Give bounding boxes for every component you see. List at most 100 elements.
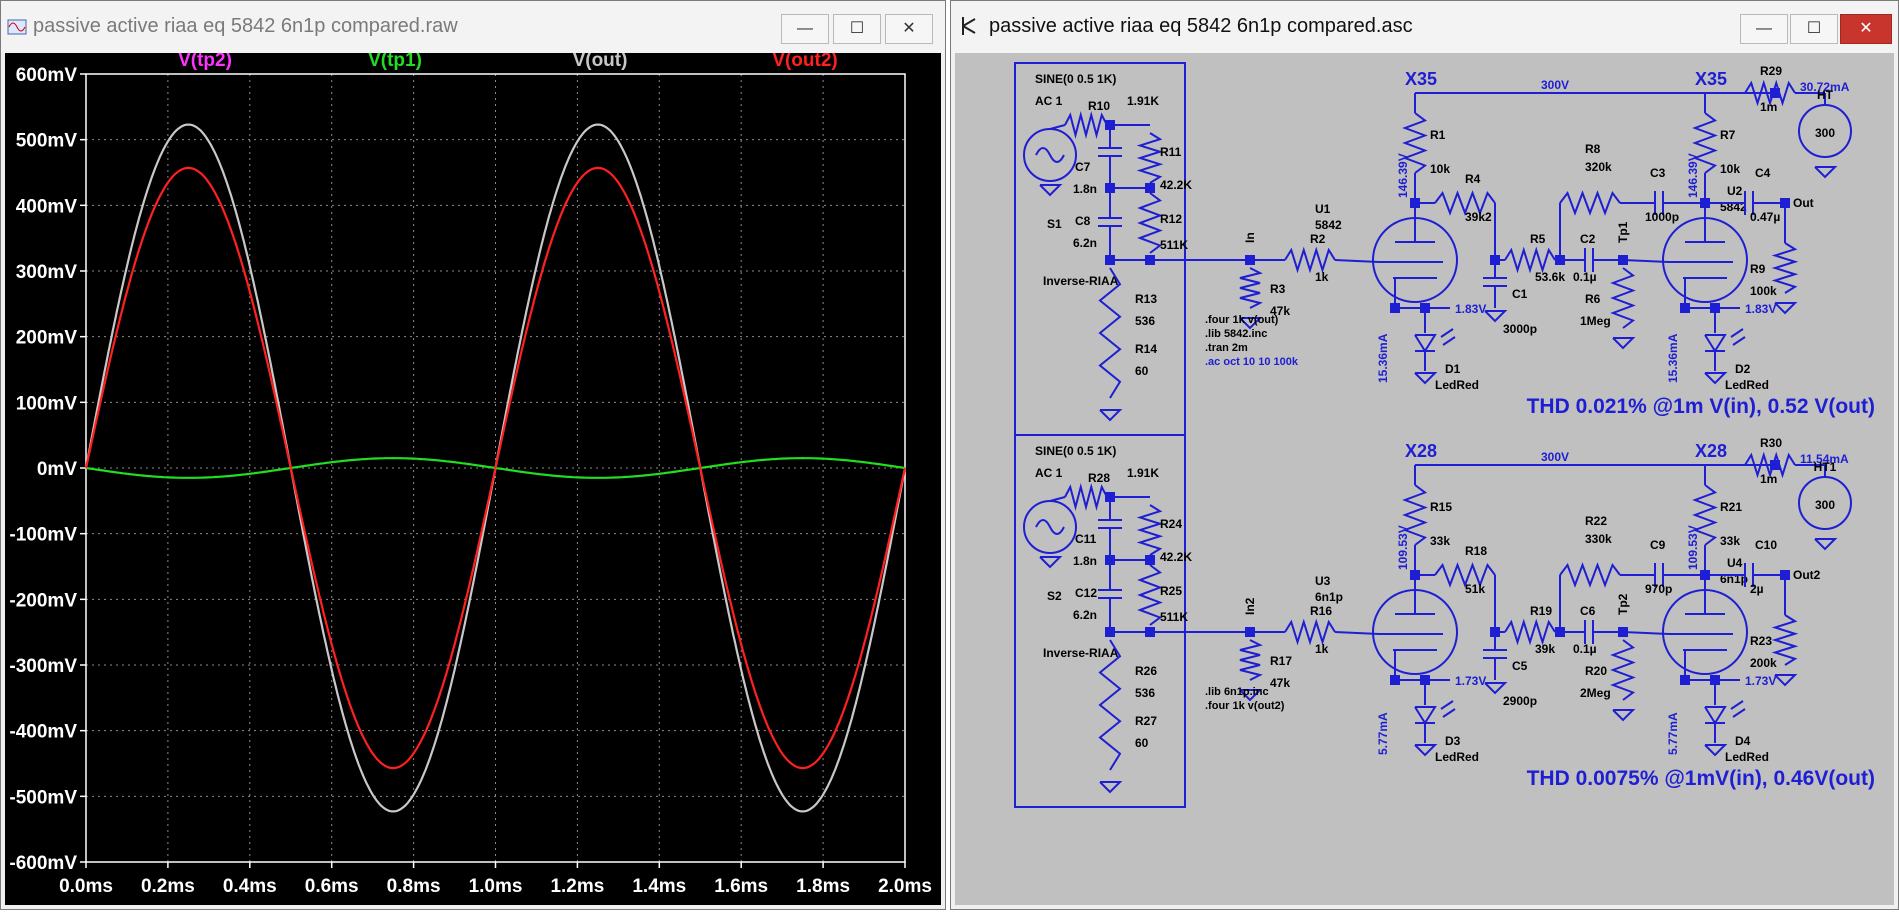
schematic-label: 60: [1135, 736, 1149, 750]
x-tick-label: 1.0ms: [469, 876, 523, 897]
maximize-button[interactable]: ☐: [1790, 14, 1838, 44]
schematic-label: 536: [1135, 314, 1155, 328]
minimize-button[interactable]: —: [1740, 14, 1788, 44]
led-icon: [1414, 334, 1437, 353]
schematic-label: 6.2n: [1073, 608, 1097, 622]
schematic-drawing[interactable]: SINE(0 0.5 1K) AC 1 S1 Inverse-RIAA R10 1.91K…: [955, 53, 1896, 907]
x-tick-label: 2.0ms: [878, 876, 932, 897]
cathode-current: 5.77mA: [1376, 712, 1390, 755]
schematic-label: 536: [1135, 686, 1155, 700]
schematic-label: C6: [1580, 604, 1596, 618]
minimize-icon: —: [797, 20, 813, 37]
net-label-out: Out2: [1793, 568, 1821, 582]
net-label-x: X35: [1695, 69, 1727, 89]
y-tick-label: 600mV: [16, 65, 78, 86]
schematic-label: C2: [1580, 232, 1596, 246]
spice-directive: .lib 5842.inc: [1205, 328, 1267, 340]
led-voltage: 1.73V: [1455, 674, 1486, 688]
schematic-label: R21: [1720, 500, 1742, 514]
schematic-label: C12: [1075, 586, 1097, 600]
y-tick-label: -200mV: [9, 590, 77, 611]
y-tick-label: 0mV: [37, 459, 77, 480]
schematic-label: 39k: [1535, 642, 1555, 656]
junction-node: [1105, 627, 1115, 637]
resistor: [1136, 504, 1164, 556]
ground-icon: [1774, 302, 1798, 315]
cathode-current: 5.77mA: [1666, 712, 1680, 755]
schematic-canvas[interactable]: SINE(0 0.5 1K) AC 1 S1 Inverse-RIAA R10 1.91K…: [955, 53, 1894, 905]
schematic-label: 10k: [1720, 162, 1740, 176]
schematic-label: R10: [1088, 99, 1110, 113]
y-tick-label: -100mV: [9, 525, 77, 546]
net-label-out: Out: [1793, 196, 1814, 210]
plot-pane[interactable]: 600mV 500mV 400mV 300mV 200mV 100mV 0mV -100mV -…: [5, 53, 941, 905]
ground-icon: [1612, 709, 1636, 722]
led-arrow-icon: [1442, 336, 1456, 346]
node-voltage: 109.53V: [1396, 525, 1410, 570]
waveform-plot[interactable]: 600mV 500mV 400mV 300mV 200mV 100mV 0mV -100mV -…: [5, 53, 943, 907]
sine-icon: [1035, 147, 1065, 163]
node-voltage: 109.53V: [1686, 525, 1700, 570]
y-tick-label: -500mV: [9, 787, 77, 808]
schematic-label: C7: [1075, 160, 1091, 174]
resistor: [1610, 267, 1636, 329]
resistor: [1284, 618, 1336, 646]
ground-icon: [1704, 372, 1728, 385]
y-tick-label: 300mV: [16, 262, 78, 283]
schematic-label: C4: [1755, 166, 1771, 180]
led-arrow-icon: [1440, 700, 1454, 710]
schematic-label: 1m: [1760, 100, 1777, 114]
maximize-button[interactable]: ☐: [833, 14, 881, 44]
schematic-label: 42.2K: [1160, 178, 1192, 192]
resistor: [1559, 562, 1621, 588]
legend-V(out)[interactable]: V(out): [573, 53, 628, 71]
y-tick-label: 100mV: [16, 393, 78, 414]
minimize-button[interactable]: —: [781, 14, 829, 44]
close-icon: ✕: [1859, 20, 1873, 37]
y-tick-label: 400mV: [16, 196, 78, 217]
schematic-label: U1: [1315, 202, 1331, 216]
x-tick-label: 1.6ms: [714, 876, 768, 897]
schematic-label: R5: [1530, 232, 1546, 246]
schematic-label: R29: [1760, 64, 1782, 78]
source-name: S2: [1047, 589, 1062, 603]
schematic-label: 60: [1135, 364, 1149, 378]
waveform-app-icon: [7, 19, 27, 35]
schematic-label: R23: [1750, 634, 1772, 648]
led-icon: [1414, 706, 1437, 725]
resistor: [1610, 639, 1636, 701]
schematic-label: R12: [1160, 212, 1182, 226]
schematic-label: C1: [1512, 287, 1528, 301]
legend-V(tp2)[interactable]: V(tp2): [178, 53, 232, 71]
schematic-title-bar[interactable]: passive active riaa eq 5842 6n1p compare…: [951, 1, 1898, 53]
schematic-label: 3000p: [1503, 322, 1537, 336]
schematic-label: 47k: [1270, 676, 1290, 690]
block-name: Inverse-RIAA: [1043, 646, 1119, 660]
schematic-label: 53.6k: [1535, 270, 1565, 284]
waveform-window-title: passive active riaa eq 5842 6n1p compare…: [33, 15, 458, 37]
schematic-label: LedRed: [1725, 378, 1769, 392]
schematic-label: 320k: [1585, 160, 1612, 174]
net-label-x: X28: [1405, 441, 1437, 461]
source-name: S1: [1047, 217, 1062, 231]
legend-V(out2)[interactable]: V(out2): [772, 53, 837, 71]
schematic-label: 42.2K: [1160, 550, 1192, 564]
schematic-label: R6: [1585, 292, 1601, 306]
schematic-label: 200k: [1750, 656, 1777, 670]
y-tick-label: 200mV: [16, 328, 78, 349]
schematic-label: 2900p: [1503, 694, 1537, 708]
x-tick-label: 0.0ms: [59, 876, 113, 897]
y-tick-label: -600mV: [9, 853, 77, 874]
schematic-label: R13: [1135, 292, 1157, 306]
waveform-title-bar[interactable]: passive active riaa eq 5842 6n1p compare…: [1, 1, 945, 53]
legend-V(tp1)[interactable]: V(tp1): [368, 53, 422, 71]
ground-icon: [1099, 781, 1123, 794]
wire: [1049, 124, 1066, 130]
ground-icon: [1099, 409, 1123, 422]
schematic-label: 2Meg: [1580, 686, 1611, 700]
close-button[interactable]: ✕: [885, 14, 933, 44]
ground-icon: [1774, 674, 1798, 687]
close-button[interactable]: ✕: [1840, 14, 1892, 44]
schematic-label: C9: [1650, 538, 1666, 552]
minimize-icon: —: [1756, 20, 1772, 37]
